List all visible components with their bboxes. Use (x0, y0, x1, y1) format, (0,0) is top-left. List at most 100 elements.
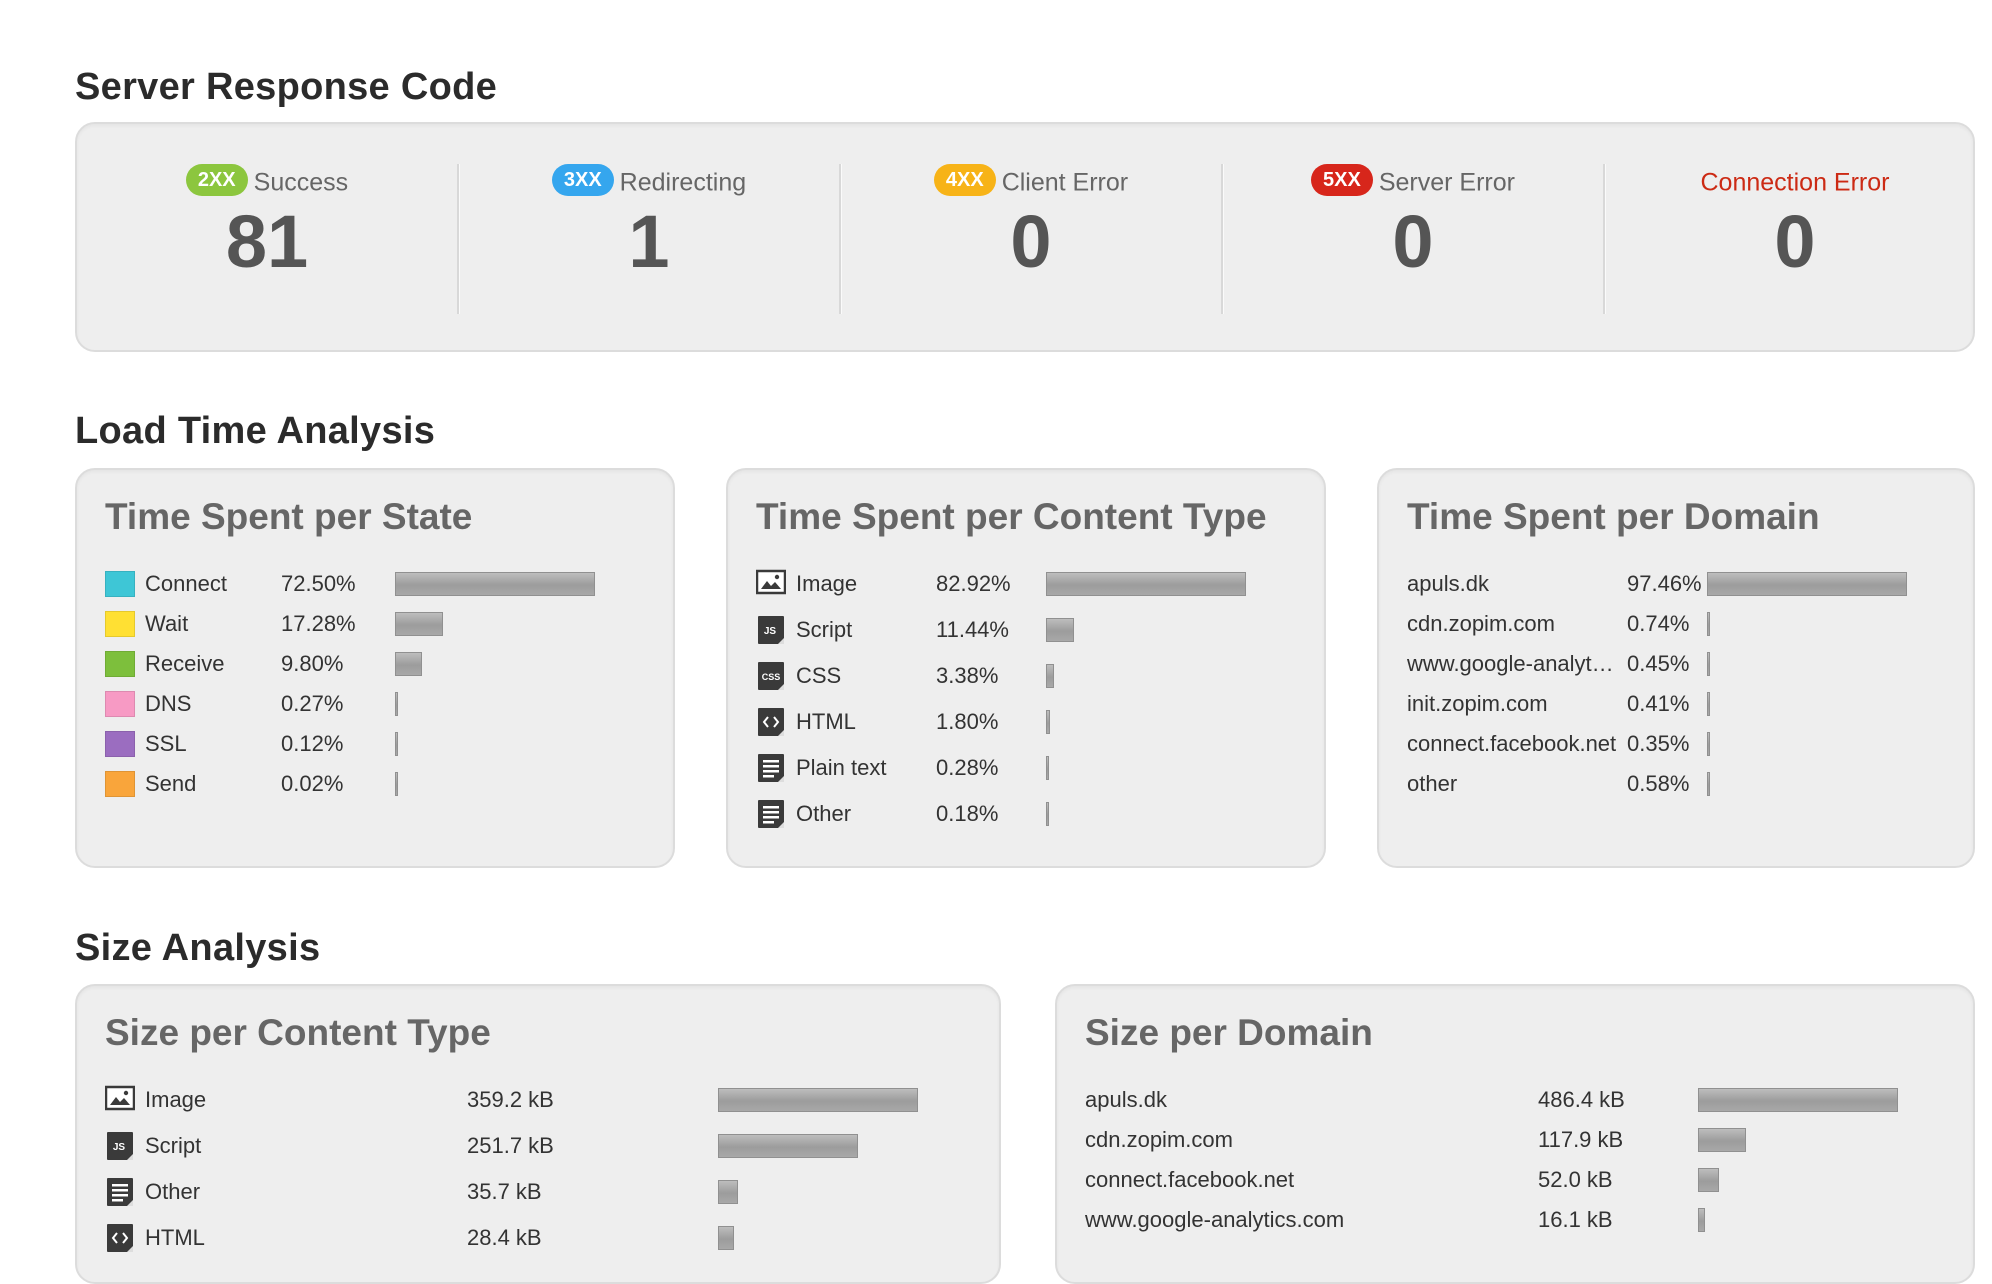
content-type-percent: 0.28% (936, 755, 999, 780)
content-type-label: Image (796, 571, 858, 596)
state-row[interactable]: Wait 17.28% (105, 608, 665, 640)
bar (1046, 664, 1054, 688)
content-type-label: Plain text (796, 755, 887, 780)
state-row[interactable]: SSL 0.12% (105, 728, 665, 760)
domain-size: 52.0 kB (1538, 1167, 1613, 1192)
domain-row[interactable]: connect.facebook.net 0.35% (1407, 728, 1967, 760)
card-time-per-domain: Time Spent per Domain apuls.dk 97.46% cdn.… (1377, 468, 1975, 868)
response-code-label: Redirecting (619, 168, 747, 197)
bar (395, 732, 398, 756)
size-content-type-row[interactable]: HTML 28.4 kB (105, 1222, 985, 1254)
bar (1698, 1168, 1719, 1192)
bar (1707, 612, 1710, 636)
content-type-row[interactable]: Other 0.18% (756, 798, 1316, 830)
domain-label: connect.facebook.net (1085, 1167, 1295, 1192)
bar (1698, 1128, 1746, 1152)
response-code-5xx[interactable]: 5XX Server Error 0 (1223, 162, 1603, 312)
html-icon (756, 707, 786, 742)
content-type-label: Other (796, 801, 852, 826)
state-percent: 0.02% (281, 771, 344, 796)
card-title: Time Spent per Content Type (756, 496, 1267, 537)
domain-row[interactable]: www.google-analyt… 0.45% (1407, 648, 1967, 680)
response-code-3xx[interactable]: 3XX Redirecting 1 (459, 162, 839, 312)
response-code-2xx[interactable]: 2XX Success 81 (77, 162, 457, 312)
state-row[interactable]: Connect 72.50% (105, 568, 665, 600)
bar (1707, 732, 1710, 756)
card-size-per-content-type: Size per Content Type Image 359.2 kB JS Scr… (75, 984, 1001, 1284)
domain-label: other (1407, 771, 1458, 796)
content-size: 35.7 kB (467, 1179, 542, 1204)
state-percent: 17.28% (281, 611, 356, 636)
svg-text:JS: JS (113, 1142, 126, 1153)
content-size: 359.2 kB (467, 1087, 554, 1112)
state-label: DNS (145, 691, 192, 716)
response-code-count: 0 (1774, 200, 1816, 283)
state-label: SSL (145, 731, 187, 756)
bar (1707, 652, 1710, 676)
bar (1046, 802, 1049, 826)
content-type-percent: 3.38% (936, 663, 999, 688)
response-code-4xx[interactable]: 4XX Client Error 0 (841, 162, 1221, 312)
content-type-percent: 0.18% (936, 801, 999, 826)
bar (395, 692, 398, 716)
color-swatch (105, 651, 135, 677)
domain-label: cdn.zopim.com (1407, 611, 1555, 636)
domain-size: 16.1 kB (1538, 1207, 1613, 1232)
bar (395, 572, 595, 596)
size-domain-row[interactable]: www.google-analytics.com 16.1 kB (1085, 1204, 1965, 1236)
content-type-row[interactable]: Plain text 0.28% (756, 752, 1316, 784)
state-label: Send (145, 771, 197, 796)
color-swatch (105, 771, 135, 797)
card-time-per-state: Time Spent per State Connect 72.50% Wait 17… (75, 468, 675, 868)
domain-row[interactable]: other 0.58% (1407, 768, 1967, 800)
card-time-per-content-type: Time Spent per Content Type Image 82.92% J… (726, 468, 1326, 868)
domain-size: 486.4 kB (1538, 1087, 1625, 1112)
bar (395, 772, 398, 796)
content-type-label: Script (145, 1133, 202, 1158)
size-domain-row[interactable]: cdn.zopim.com 117.9 kB (1085, 1124, 1965, 1156)
text-icon (756, 799, 786, 834)
response-code-count: 1 (628, 200, 670, 283)
state-row[interactable]: DNS 0.27% (105, 688, 665, 720)
domain-label: cdn.zopim.com (1085, 1127, 1233, 1152)
content-type-row[interactable]: Image 82.92% (755, 568, 1316, 600)
state-percent: 9.80% (281, 651, 344, 676)
content-type-label: HTML (796, 709, 856, 734)
card-title: Size per Domain (1085, 1012, 1373, 1053)
domain-percent: 0.74% (1627, 611, 1690, 636)
size-domain-row[interactable]: apuls.dk 486.4 kB (1085, 1084, 1965, 1116)
content-type-row[interactable]: JS Script 11.44% (756, 614, 1316, 646)
content-type-label: CSS (796, 663, 842, 688)
domain-row[interactable]: apuls.dk 97.46% (1407, 568, 1967, 600)
bar (1707, 572, 1907, 596)
size-domain-row[interactable]: connect.facebook.net 52.0 kB (1085, 1164, 1965, 1196)
domain-label: init.zopim.com (1407, 691, 1548, 716)
bar (395, 612, 443, 636)
content-type-row[interactable]: CSS CSS 3.38% (756, 660, 1316, 692)
domain-percent: 0.35% (1627, 731, 1690, 756)
domain-row[interactable]: cdn.zopim.com 0.74% (1407, 608, 1967, 640)
domain-label: apuls.dk (1407, 571, 1489, 596)
size-content-type-row[interactable]: Image 359.2 kB (104, 1084, 985, 1116)
state-row[interactable]: Send 0.02% (105, 768, 665, 800)
state-row[interactable]: Receive 9.80% (105, 648, 665, 680)
state-percent: 72.50% (281, 571, 356, 596)
content-type-percent: 1.80% (936, 709, 999, 734)
size-content-type-row[interactable]: Other 35.7 kB (105, 1176, 985, 1208)
content-type-row[interactable]: HTML 1.80% (756, 706, 1316, 738)
state-label: Receive (145, 651, 225, 676)
domain-row[interactable]: init.zopim.com 0.41% (1407, 688, 1967, 720)
size-content-type-row[interactable]: JS Script 251.7 kB (105, 1130, 985, 1162)
card-title: Time Spent per State (105, 496, 473, 537)
bar (1046, 572, 1246, 596)
domain-percent: 97.46% (1627, 571, 1702, 596)
color-swatch (105, 731, 135, 757)
script-icon: JS (756, 615, 786, 650)
bar (1046, 710, 1050, 734)
response-code-count: 0 (1392, 200, 1434, 283)
response-code-label: Server Error (1378, 168, 1515, 197)
domain-size: 117.9 kB (1538, 1127, 1624, 1152)
card-size-per-domain: Size per Domain apuls.dk 486.4 kB cdn.zopi… (1055, 984, 1975, 1284)
response-code-connection-error[interactable]: Connection Error 0 (1605, 162, 1985, 312)
color-swatch (105, 691, 135, 717)
